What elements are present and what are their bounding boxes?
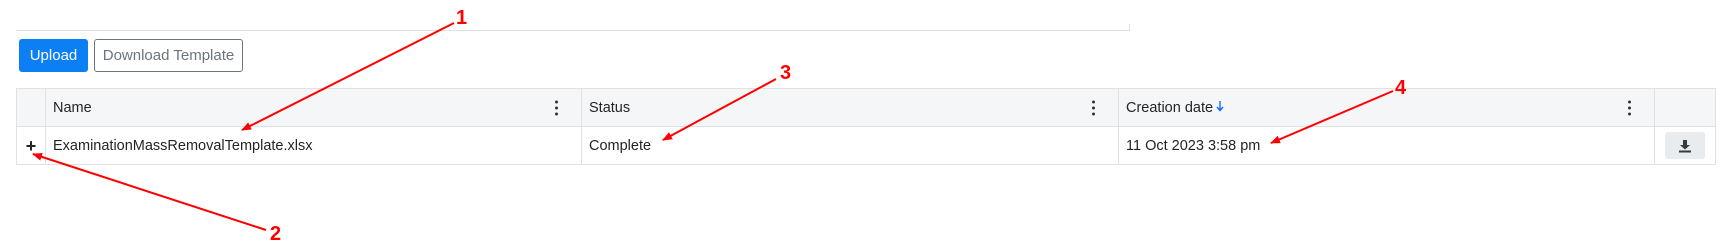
annotation-label-3: 3: [780, 62, 791, 84]
annotation-arrow-1: [241, 22, 455, 131]
annotation-label-4: 4: [1395, 77, 1407, 99]
annotation-label-1: 1: [456, 7, 467, 29]
annotation-label-2: 2: [270, 223, 281, 245]
annotation-overlay: 1 2 3 4: [32, 7, 1407, 245]
page: Upload Download Template Name Status Cre…: [0, 0, 1726, 246]
annotation-arrow-4: [1270, 90, 1394, 144]
annotation-arrow-3: [662, 78, 777, 141]
annotation-arrow-2: [32, 152, 267, 231]
